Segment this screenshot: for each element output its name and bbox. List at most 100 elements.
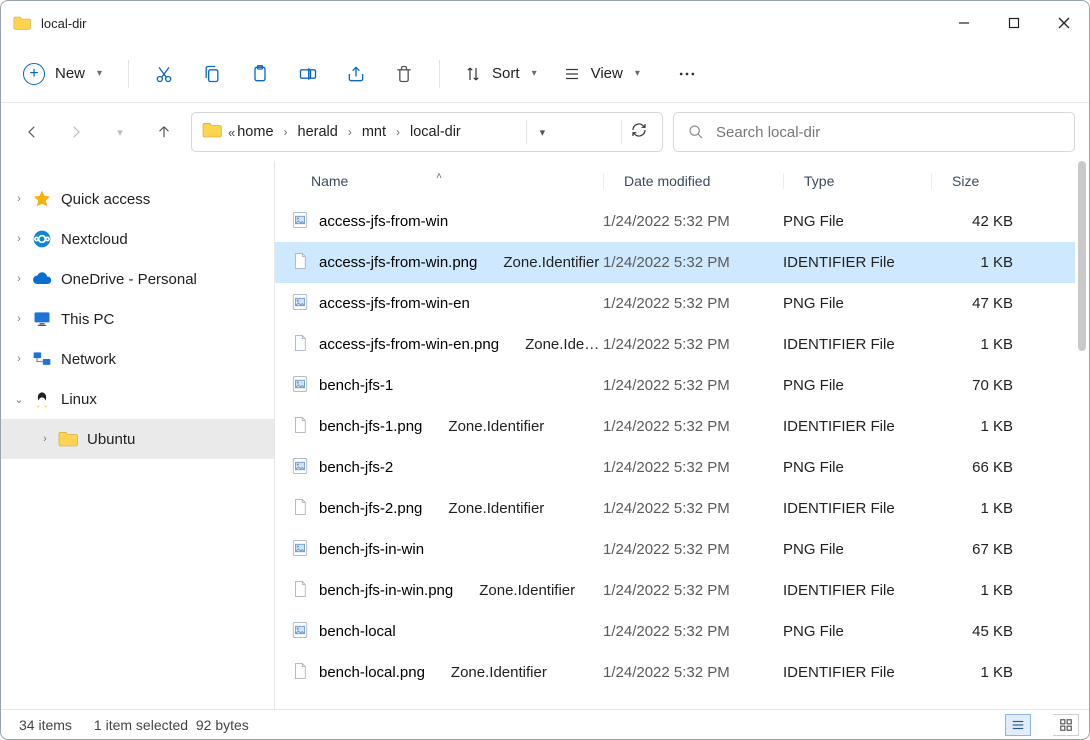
file-name: access-jfs-from-win-en	[319, 295, 470, 312]
file-extra: Zone.Identifier	[451, 664, 547, 681]
share-button[interactable]	[335, 54, 377, 94]
sidebar-item-quick-access[interactable]: › Quick access	[1, 179, 274, 219]
breadcrumb[interactable]: « home › herald › mnt › local-dir ▾	[191, 112, 663, 152]
chevron-right-icon[interactable]: ›	[9, 273, 29, 285]
up-button[interactable]	[147, 115, 181, 149]
cell-name: bench-local	[275, 621, 603, 643]
file-icon	[291, 416, 309, 438]
cell-type: IDENTIFIER File	[783, 664, 931, 681]
table-row[interactable]: bench-jfs-in-win1/24/2022 5:32 PMPNG Fil…	[275, 529, 1075, 570]
file-name: access-jfs-from-win	[319, 213, 448, 230]
table-row[interactable]: access-jfs-from-win-en1/24/2022 5:32 PMP…	[275, 283, 1075, 324]
table-row[interactable]: bench-local.pngZone.Identifier1/24/2022 …	[275, 652, 1075, 693]
details-view-button[interactable]	[1005, 714, 1031, 736]
overflow-indicator[interactable]: «	[228, 125, 235, 140]
file-name: bench-local	[319, 623, 396, 640]
chevron-right-icon[interactable]: ›	[35, 433, 55, 445]
crumb-home[interactable]: home	[235, 120, 275, 144]
col-size[interactable]: Size	[931, 173, 1027, 189]
table-row[interactable]: bench-jfs-1 1/24/2022 5:32 PMPNG File70 K…	[275, 365, 1075, 406]
refresh-button[interactable]	[622, 122, 656, 143]
crumb-mnt[interactable]: mnt	[360, 120, 388, 144]
thumbnails-view-button[interactable]	[1053, 714, 1079, 736]
cell-type: PNG File	[783, 623, 931, 640]
sidebar-item-ubuntu[interactable]: › Ubuntu	[1, 419, 274, 459]
table-row[interactable]: bench-jfs-1.pngZone.Identifier1/24/2022 …	[275, 406, 1075, 447]
cell-name: bench-jfs-1	[275, 375, 603, 397]
file-name: bench-jfs-1.png	[319, 418, 422, 435]
chevron-down-icon[interactable]: ⌄	[9, 393, 29, 406]
cell-type: PNG File	[783, 459, 931, 476]
file-rows: access-jfs-from-win1/24/2022 5:32 PMPNG …	[275, 201, 1075, 709]
cell-size: 42 KB	[931, 213, 1027, 230]
copy-button[interactable]	[191, 54, 233, 94]
file-pane: ˄ Name Date modified Type Size access-jf…	[275, 161, 1089, 709]
cell-size: 1 KB	[931, 582, 1027, 599]
crumb-herald[interactable]: herald	[296, 120, 340, 144]
view-button[interactable]: View ▾	[553, 55, 650, 93]
titlebar: local-dir	[1, 1, 1089, 45]
sidebar-item-onedrive[interactable]: › OneDrive - Personal	[1, 259, 274, 299]
cell-size: 45 KB	[931, 623, 1027, 640]
table-row[interactable]: bench-jfs-in-win.pngZone.Identifier1/24/…	[275, 570, 1075, 611]
cell-size: 1 KB	[931, 664, 1027, 681]
cell-type: PNG File	[783, 541, 931, 558]
paste-button[interactable]	[239, 54, 281, 94]
cut-button[interactable]	[143, 54, 185, 94]
search-input[interactable]: Search local-dir	[673, 112, 1075, 152]
file-icon	[291, 580, 309, 602]
more-button[interactable]	[666, 54, 708, 94]
rename-button[interactable]	[287, 54, 329, 94]
recent-dropdown[interactable]: ▾	[103, 115, 137, 149]
file-extra: Zone.Identifier	[479, 582, 575, 599]
forward-button[interactable]	[59, 115, 93, 149]
cell-date: 1/24/2022 5:32 PM	[603, 582, 783, 599]
file-icon	[291, 539, 309, 561]
nav-row: ▾ « home › herald › mnt › local-dir ▾ Se…	[1, 103, 1089, 161]
close-button[interactable]	[1039, 1, 1089, 45]
cell-type: IDENTIFIER File	[783, 582, 931, 599]
sidebar-item-linux[interactable]: ⌄ Linux	[1, 379, 274, 419]
col-type[interactable]: Type	[783, 173, 931, 189]
sort-indicator-icon: ˄	[436, 171, 442, 182]
table-row[interactable]: access-jfs-from-win-en.pngZone.Identi...…	[275, 324, 1075, 365]
crumb-local-dir[interactable]: local-dir	[408, 120, 463, 144]
cell-type: PNG File	[783, 377, 931, 394]
cell-size: 70 KB	[931, 377, 1027, 394]
file-extra: Zone.Identifier	[448, 500, 544, 517]
nextcloud-icon	[31, 228, 53, 250]
delete-button[interactable]	[383, 54, 425, 94]
minimize-button[interactable]	[939, 1, 989, 45]
cell-type: PNG File	[783, 213, 931, 230]
file-name: bench-jfs-1	[319, 377, 393, 394]
col-name[interactable]: ˄ Name	[275, 173, 603, 189]
sidebar-item-this-pc[interactable]: › This PC	[1, 299, 274, 339]
new-button[interactable]: + New ▾	[11, 55, 114, 93]
scrollbar[interactable]	[1075, 161, 1089, 709]
sort-button[interactable]: Sort ▾	[454, 55, 547, 93]
maximize-button[interactable]	[989, 1, 1039, 45]
star-icon	[31, 188, 53, 210]
cell-type: IDENTIFIER File	[783, 254, 931, 271]
new-label: New	[55, 65, 85, 82]
cell-type: IDENTIFIER File	[783, 500, 931, 517]
table-row[interactable]: bench-jfs-21/24/2022 5:32 PMPNG File66 K…	[275, 447, 1075, 488]
chevron-right-icon[interactable]: ›	[9, 233, 29, 245]
chevron-right-icon[interactable]: ›	[9, 353, 29, 365]
table-row[interactable]: access-jfs-from-win.pngZone.Identifier1/…	[275, 242, 1075, 283]
address-dropdown[interactable]: ▾	[527, 126, 557, 139]
cell-date: 1/24/2022 5:32 PM	[603, 377, 783, 394]
table-row[interactable]: access-jfs-from-win1/24/2022 5:32 PMPNG …	[275, 201, 1075, 242]
file-icon	[291, 211, 309, 233]
scrollbar-thumb[interactable]	[1078, 161, 1086, 351]
sidebar-item-network[interactable]: › Network	[1, 339, 274, 379]
table-row[interactable]: bench-local1/24/2022 5:32 PMPNG File45 K…	[275, 611, 1075, 652]
table-row[interactable]: bench-jfs-2.pngZone.Identifier1/24/2022 …	[275, 488, 1075, 529]
chevron-right-icon[interactable]: ›	[9, 313, 29, 325]
back-button[interactable]	[15, 115, 49, 149]
col-date[interactable]: Date modified	[603, 173, 783, 189]
file-extra: Zone.Identi...	[525, 336, 603, 353]
cell-name: bench-jfs-in-win	[275, 539, 603, 561]
chevron-right-icon[interactable]: ›	[9, 193, 29, 205]
sidebar-item-nextcloud[interactable]: › Nextcloud	[1, 219, 274, 259]
